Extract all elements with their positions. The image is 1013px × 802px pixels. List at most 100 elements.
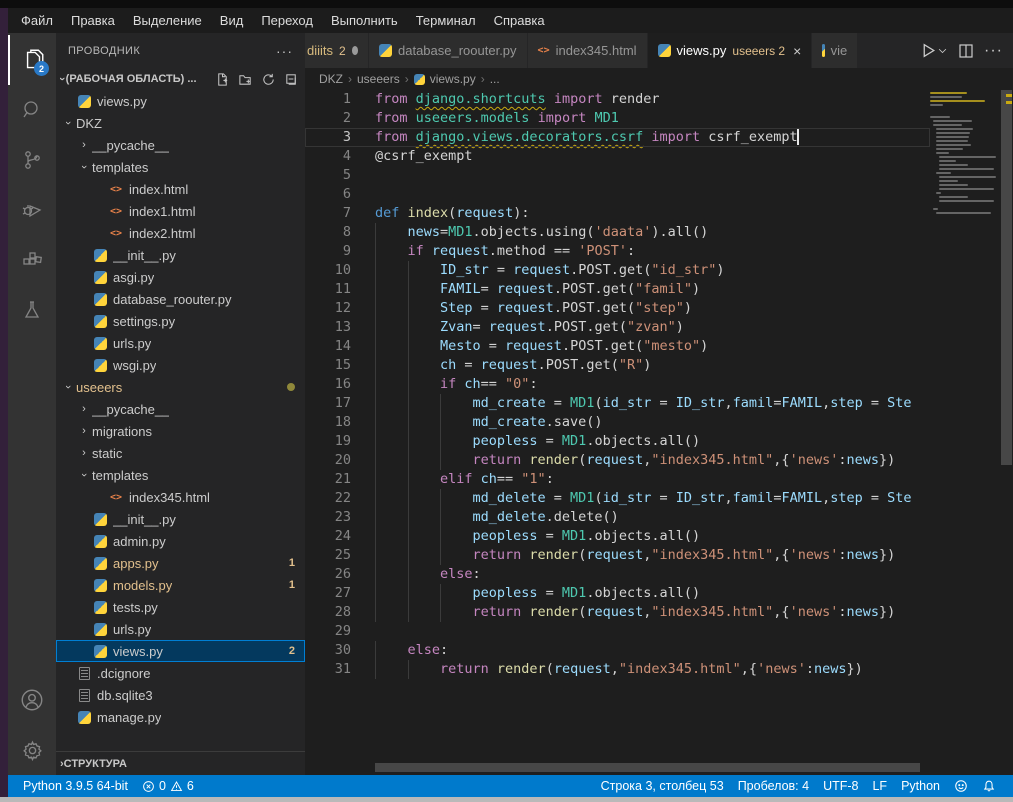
code-line-15[interactable]: 15ch = request.POST.get("R") — [305, 356, 930, 375]
tree-item-index2-html[interactable]: <>index2.html — [56, 222, 305, 244]
tree-item-index-html[interactable]: <>index.html — [56, 178, 305, 200]
menu-справка[interactable]: Справка — [485, 10, 554, 31]
menu-файл[interactable]: Файл — [12, 10, 62, 31]
code-line-17[interactable]: 17md_create = MD1(id_str = ID_str,famil=… — [305, 394, 930, 413]
code-line-23[interactable]: 23md_delete.delete() — [305, 508, 930, 527]
outline-section[interactable]: › СТРУКТУРА — [56, 751, 305, 775]
python-interpreter-status[interactable]: Python 3.9.5 64-bit — [16, 775, 135, 797]
code-line-29[interactable]: 29 — [305, 622, 930, 641]
tab-views-py[interactable]: views.pyuseeers 2× — [648, 33, 813, 68]
menu-терминал[interactable]: Терминал — [407, 10, 485, 31]
code-line-9[interactable]: 9if request.method == 'POST': — [305, 242, 930, 261]
tree-item-urls-py[interactable]: urls.py — [56, 332, 305, 354]
code-line-31[interactable]: 31return render(request,"index345.html",… — [305, 660, 930, 679]
tree-item-urls-py[interactable]: urls.py — [56, 618, 305, 640]
code-line-25[interactable]: 25return render(request,"index345.html",… — [305, 546, 930, 565]
search-icon[interactable] — [8, 85, 56, 135]
menu-выполнить[interactable]: Выполнить — [322, 10, 407, 31]
menu-переход[interactable]: Переход — [252, 10, 322, 31]
tree-item-dkz[interactable]: ›DKZ — [56, 112, 305, 134]
problems-status[interactable]: 0 6 — [135, 775, 201, 797]
workspace-header[interactable]: › (РАБОЧАЯ ОБЛАСТЬ) ... — [56, 68, 305, 90]
tree-item-apps-py[interactable]: apps.py1 — [56, 552, 305, 574]
code-line-21[interactable]: 21elif ch== "1": — [305, 470, 930, 489]
explorer-icon[interactable]: 2 — [8, 35, 56, 85]
editor-more-actions[interactable]: ··· — [984, 42, 1003, 60]
code-line-27[interactable]: 27peopless = MD1.objects.all() — [305, 584, 930, 603]
code-line-5[interactable]: 5 — [305, 166, 930, 185]
code-line-18[interactable]: 18md_create.save() — [305, 413, 930, 432]
tree-item-index345-html[interactable]: <>index345.html — [56, 486, 305, 508]
code-editor[interactable]: 1from django.shortcuts import render2fro… — [305, 90, 1013, 775]
code-line-3[interactable]: 3from django.views.decorators.csrf impor… — [305, 128, 930, 147]
testing-icon[interactable] — [8, 285, 56, 335]
menu-правка[interactable]: Правка — [62, 10, 124, 31]
code-line-6[interactable]: 6 — [305, 185, 930, 204]
tree-item-settings-py[interactable]: settings.py — [56, 310, 305, 332]
tree-item-templates[interactable]: ›templates — [56, 464, 305, 486]
code-line-24[interactable]: 24peopless = MD1.objects.all() — [305, 527, 930, 546]
explorer-more-actions[interactable]: ··· — [276, 43, 293, 59]
split-editor-icon[interactable] — [958, 43, 974, 59]
tree-item--pycache-[interactable]: ›__pycache__ — [56, 134, 305, 156]
tree-item-views-py[interactable]: views.py2 — [56, 640, 305, 662]
tree-item-templates[interactable]: ›templates — [56, 156, 305, 178]
code-line-26[interactable]: 26else: — [305, 565, 930, 584]
tree-item-asgi-py[interactable]: asgi.py — [56, 266, 305, 288]
scrollbar-thumb[interactable] — [1001, 90, 1012, 465]
code-line-28[interactable]: 28return render(request,"index345.html",… — [305, 603, 930, 622]
tree-item-database-roouter-py[interactable]: database_roouter.py — [56, 288, 305, 310]
tree-item-models-py[interactable]: models.py1 — [56, 574, 305, 596]
tab-vie[interactable]: vie — [812, 33, 858, 68]
tree-item-static[interactable]: ›static — [56, 442, 305, 464]
code-line-2[interactable]: 2from useeers.models import MD1 — [305, 109, 930, 128]
code-line-22[interactable]: 22md_delete = MD1(id_str = ID_str,famil=… — [305, 489, 930, 508]
tree-item-wsgi-py[interactable]: wsgi.py — [56, 354, 305, 376]
tree-item-db-sqlite3[interactable]: db.sqlite3 — [56, 684, 305, 706]
code-line-13[interactable]: 13Zvan= request.POST.get("zvan") — [305, 318, 930, 337]
tree-item--init-py[interactable]: __init__.py — [56, 508, 305, 530]
tree-item--dcignore[interactable]: .dcignore — [56, 662, 305, 684]
code-line-11[interactable]: 11FAMIL= request.POST.get("famil") — [305, 280, 930, 299]
tree-item-tests-py[interactable]: tests.py — [56, 596, 305, 618]
tree-item-migrations[interactable]: ›migrations — [56, 420, 305, 442]
breadcrumb-item[interactable]: DKZ — [319, 72, 343, 86]
vertical-scrollbar[interactable] — [1000, 90, 1013, 775]
code-line-1[interactable]: 1from django.shortcuts import render — [305, 90, 930, 109]
feedback-icon[interactable] — [947, 775, 975, 797]
status-indentation[interactable]: Пробелов: 4 — [731, 775, 816, 797]
source-control-icon[interactable] — [8, 135, 56, 185]
run-debug-icon[interactable] — [8, 185, 56, 235]
tree-item-index1-html[interactable]: <>index1.html — [56, 200, 305, 222]
new-file-icon[interactable] — [215, 72, 230, 87]
refresh-icon[interactable] — [261, 72, 276, 87]
collapse-folders-icon[interactable] — [284, 72, 299, 87]
code-line-20[interactable]: 20return render(request,"index345.html",… — [305, 451, 930, 470]
tree-item-views-py[interactable]: views.py — [56, 90, 305, 112]
code-line-14[interactable]: 14Mesto = request.POST.get("mesto") — [305, 337, 930, 356]
menu-вид[interactable]: Вид — [211, 10, 253, 31]
code-line-7[interactable]: 7def index(request): — [305, 204, 930, 223]
horizontal-scrollbar[interactable] — [375, 763, 920, 772]
minimap[interactable] — [930, 92, 1000, 216]
code-line-30[interactable]: 30else: — [305, 641, 930, 660]
code-line-8[interactable]: 8news=MD1.objects.using('daata').all() — [305, 223, 930, 242]
tab-database-roouter-py[interactable]: database_roouter.py — [369, 33, 528, 68]
tab-diiits[interactable]: diiits2 — [305, 33, 369, 68]
code-line-4[interactable]: 4@csrf_exempt — [305, 147, 930, 166]
status-encoding[interactable]: UTF-8 — [816, 775, 865, 797]
breadcrumb-item[interactable]: views.py — [430, 72, 476, 86]
status-cursor-position[interactable]: Строка 3, столбец 53 — [594, 775, 731, 797]
account-icon[interactable] — [8, 675, 56, 725]
tree-item-admin-py[interactable]: admin.py — [56, 530, 305, 552]
status-language-mode[interactable]: Python — [894, 775, 947, 797]
settings-gear-icon[interactable] — [8, 725, 56, 775]
status-eol[interactable]: LF — [865, 775, 894, 797]
tree-item--init-py[interactable]: __init__.py — [56, 244, 305, 266]
code-line-16[interactable]: 16if ch== "0": — [305, 375, 930, 394]
breadcrumb-item[interactable]: ... — [490, 72, 500, 86]
breadcrumb-item[interactable]: useeers — [357, 72, 400, 86]
notifications-bell-icon[interactable] — [975, 775, 1003, 797]
code-line-19[interactable]: 19peopless = MD1.objects.all() — [305, 432, 930, 451]
extensions-icon[interactable] — [8, 235, 56, 285]
